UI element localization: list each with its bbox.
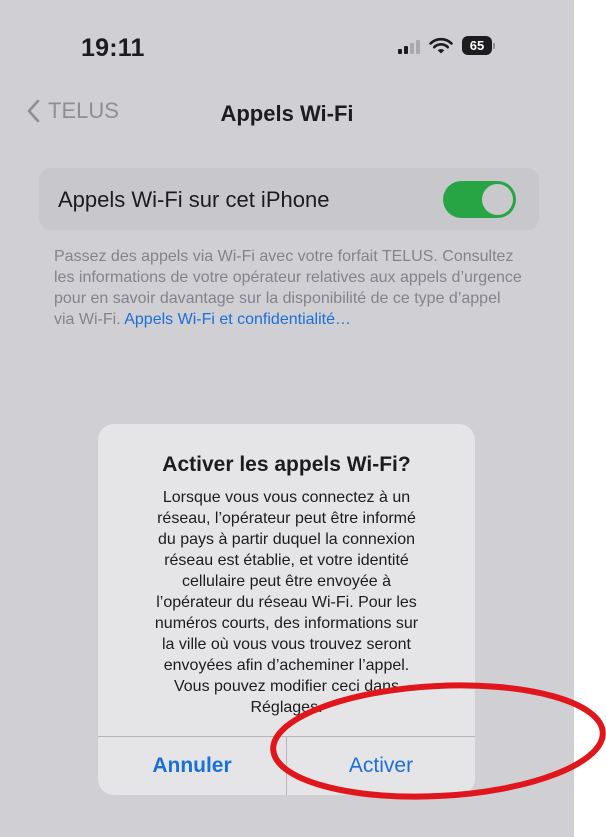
status-time: 19:11 xyxy=(81,34,145,62)
alert-title: Activer les appels Wi-Fi? xyxy=(162,453,411,476)
footer-description: Passez des appels via Wi-Fi avec votre f… xyxy=(54,246,524,330)
cancel-button[interactable]: Annuler xyxy=(98,737,286,795)
battery-level: 65 xyxy=(462,36,492,55)
privacy-link[interactable]: Appels Wi-Fi et confidentialité… xyxy=(124,311,351,328)
page-title: Appels Wi-Fi xyxy=(220,101,354,126)
alert-message: Lorsque vous vous connectez à un réseau,… xyxy=(154,489,419,716)
wifi-calling-label: Appels Wi-Fi sur cet iPhone xyxy=(58,187,330,212)
phone-screen: 19:11 65 TELUS Appels Wi-Fi Appels Wi-Fi… xyxy=(0,0,574,837)
status-icons: 65 xyxy=(398,36,495,55)
toggle-knob xyxy=(482,184,513,215)
wifi-calling-toggle[interactable] xyxy=(443,181,516,218)
wifi-calling-cell: Appels Wi-Fi sur cet iPhone xyxy=(39,168,539,230)
signal-icon xyxy=(398,38,420,54)
battery-icon: 65 xyxy=(462,36,495,55)
wifi-icon xyxy=(429,37,453,53)
alert-dialog: Activer les appels Wi-Fi? Lorsque vous v… xyxy=(98,424,475,795)
activate-button[interactable]: Activer xyxy=(287,737,475,795)
